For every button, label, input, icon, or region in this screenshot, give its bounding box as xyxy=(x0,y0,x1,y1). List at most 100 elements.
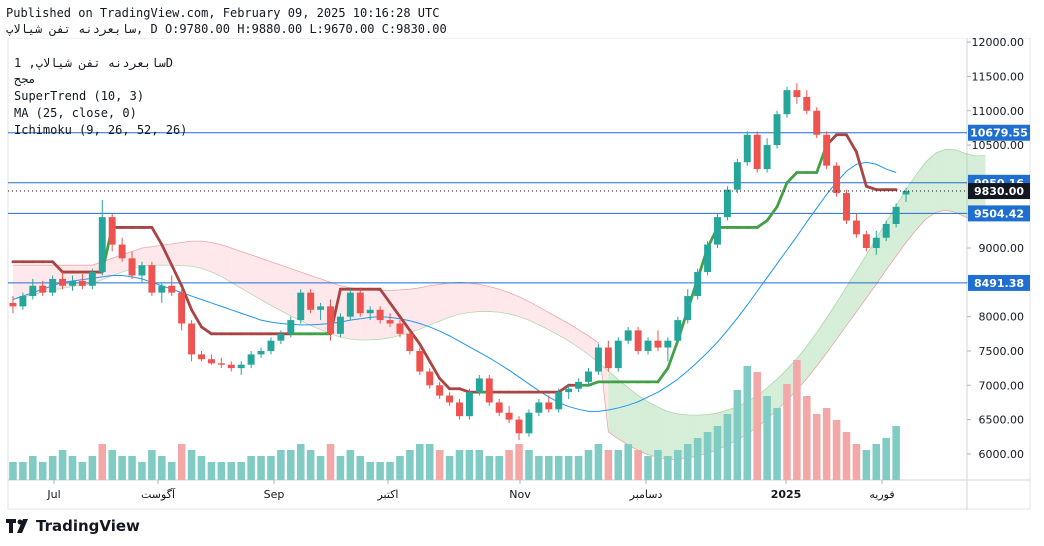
cloud-segment xyxy=(141,246,152,266)
volume-bar xyxy=(773,408,781,480)
volume-bar xyxy=(257,456,265,480)
y-tick-label: 12000.00 xyxy=(972,38,1025,49)
candle-body xyxy=(723,189,731,218)
volume-bar xyxy=(158,456,166,480)
volume-bar xyxy=(267,456,275,480)
volume-bar xyxy=(416,444,424,480)
candle-body xyxy=(267,340,275,351)
candle-body xyxy=(247,354,255,365)
cloud-segment xyxy=(12,265,23,300)
cloud-segment xyxy=(528,301,539,325)
tradingview-logo-icon xyxy=(6,519,28,533)
candle-body xyxy=(634,330,642,351)
legend-symbol: سابعردنه تفن شيالاپ, 1D xyxy=(14,56,173,70)
volume-bar xyxy=(356,456,365,480)
cloud-segment xyxy=(261,258,271,306)
volume-bar xyxy=(376,462,384,480)
y-tick-label: 6500.00 xyxy=(979,414,1025,427)
supertrend-segment xyxy=(855,150,868,188)
legend-ichimoku[interactable]: Ichimoku (9, 26, 52, 26) xyxy=(14,123,187,138)
volume-bars xyxy=(9,360,900,480)
x-tick-label: فوریه xyxy=(869,488,894,501)
candle-body xyxy=(446,395,454,403)
volume-bar xyxy=(386,462,394,480)
supertrend-segment xyxy=(587,380,600,387)
volume-bar xyxy=(108,450,116,480)
candle-body xyxy=(188,323,196,355)
candle-body xyxy=(59,278,67,286)
volume-bar xyxy=(703,432,712,480)
cloud-segment xyxy=(439,283,450,322)
candle-body xyxy=(535,402,543,413)
candle-body xyxy=(108,217,116,245)
chart-area[interactable]: 12000.0011500.0011000.0010500.0010000.00… xyxy=(6,36,1031,510)
x-tick-label: Sep xyxy=(264,488,285,501)
candle-body xyxy=(336,316,344,334)
cloud-segment xyxy=(231,248,242,289)
volume-bar xyxy=(852,444,861,480)
candle-body xyxy=(525,412,533,434)
candlestick-chart[interactable]: 12000.0011500.0011000.0010500.0010000.00… xyxy=(6,36,1031,510)
volume-bar xyxy=(892,426,900,480)
candle-body xyxy=(773,114,781,146)
candle-body xyxy=(39,285,47,293)
cloud-segment xyxy=(479,284,490,312)
published-caption: Published on TradingView.com, February 0… xyxy=(6,6,440,20)
cloud-segment xyxy=(221,244,232,283)
candle-body xyxy=(19,296,27,307)
supertrend-segment xyxy=(755,219,769,229)
candle-body xyxy=(545,402,553,410)
y-tick-label: 7500.00 xyxy=(979,345,1025,358)
supertrend-segment xyxy=(150,226,164,246)
volume-bar xyxy=(862,450,871,480)
candle-body xyxy=(406,333,414,351)
candle-body xyxy=(426,371,434,386)
candle-body xyxy=(604,347,612,369)
legend-ma[interactable]: MA (25, close, 0) xyxy=(14,106,137,121)
volume-bar xyxy=(674,450,682,480)
volume-bar xyxy=(306,450,315,480)
candle-body xyxy=(654,340,662,348)
volume-bar xyxy=(465,450,474,480)
candle-body xyxy=(346,292,354,317)
volume-bar xyxy=(366,462,374,480)
volume-bar xyxy=(683,444,692,480)
volume-bar xyxy=(812,414,821,480)
cloud-segment xyxy=(419,285,430,330)
supertrend-segment xyxy=(864,184,878,192)
volume-bar xyxy=(9,462,17,480)
cloud-segment xyxy=(558,318,569,341)
volume-bar xyxy=(316,456,325,480)
volume-bar xyxy=(118,456,126,480)
x-tick-label: Jul xyxy=(46,488,60,501)
volume-bar xyxy=(326,444,335,480)
cloud-segment xyxy=(548,312,559,336)
volume-bar xyxy=(217,462,226,480)
volume-bar xyxy=(396,456,404,480)
volume-bar xyxy=(723,414,732,480)
candle-body xyxy=(803,97,811,111)
candle-body xyxy=(148,265,156,293)
supertrend-segment xyxy=(200,325,213,336)
x-tick-label: Nov xyxy=(509,488,531,501)
legend-supertrend[interactable]: SuperTrend (10, 3) xyxy=(14,89,144,104)
volume-bar xyxy=(247,456,255,480)
candle-body xyxy=(277,333,285,341)
volume-bar xyxy=(654,450,662,480)
volume-bar xyxy=(425,444,434,480)
candle-body xyxy=(158,285,166,293)
volume-bar xyxy=(455,450,464,480)
cloud-segment xyxy=(171,242,182,266)
volume-bar xyxy=(237,462,245,480)
candle-body xyxy=(555,392,563,410)
candle-body xyxy=(694,272,702,297)
legend-exchange: مجح xyxy=(14,72,36,86)
cloud-segment xyxy=(409,287,420,333)
candle-body xyxy=(366,309,374,314)
volume-bar xyxy=(78,462,87,480)
candle-body xyxy=(714,217,721,245)
volume-bar xyxy=(763,396,771,480)
cloud-segment xyxy=(935,149,946,213)
candle-body xyxy=(753,134,761,170)
candle-body xyxy=(862,234,870,249)
